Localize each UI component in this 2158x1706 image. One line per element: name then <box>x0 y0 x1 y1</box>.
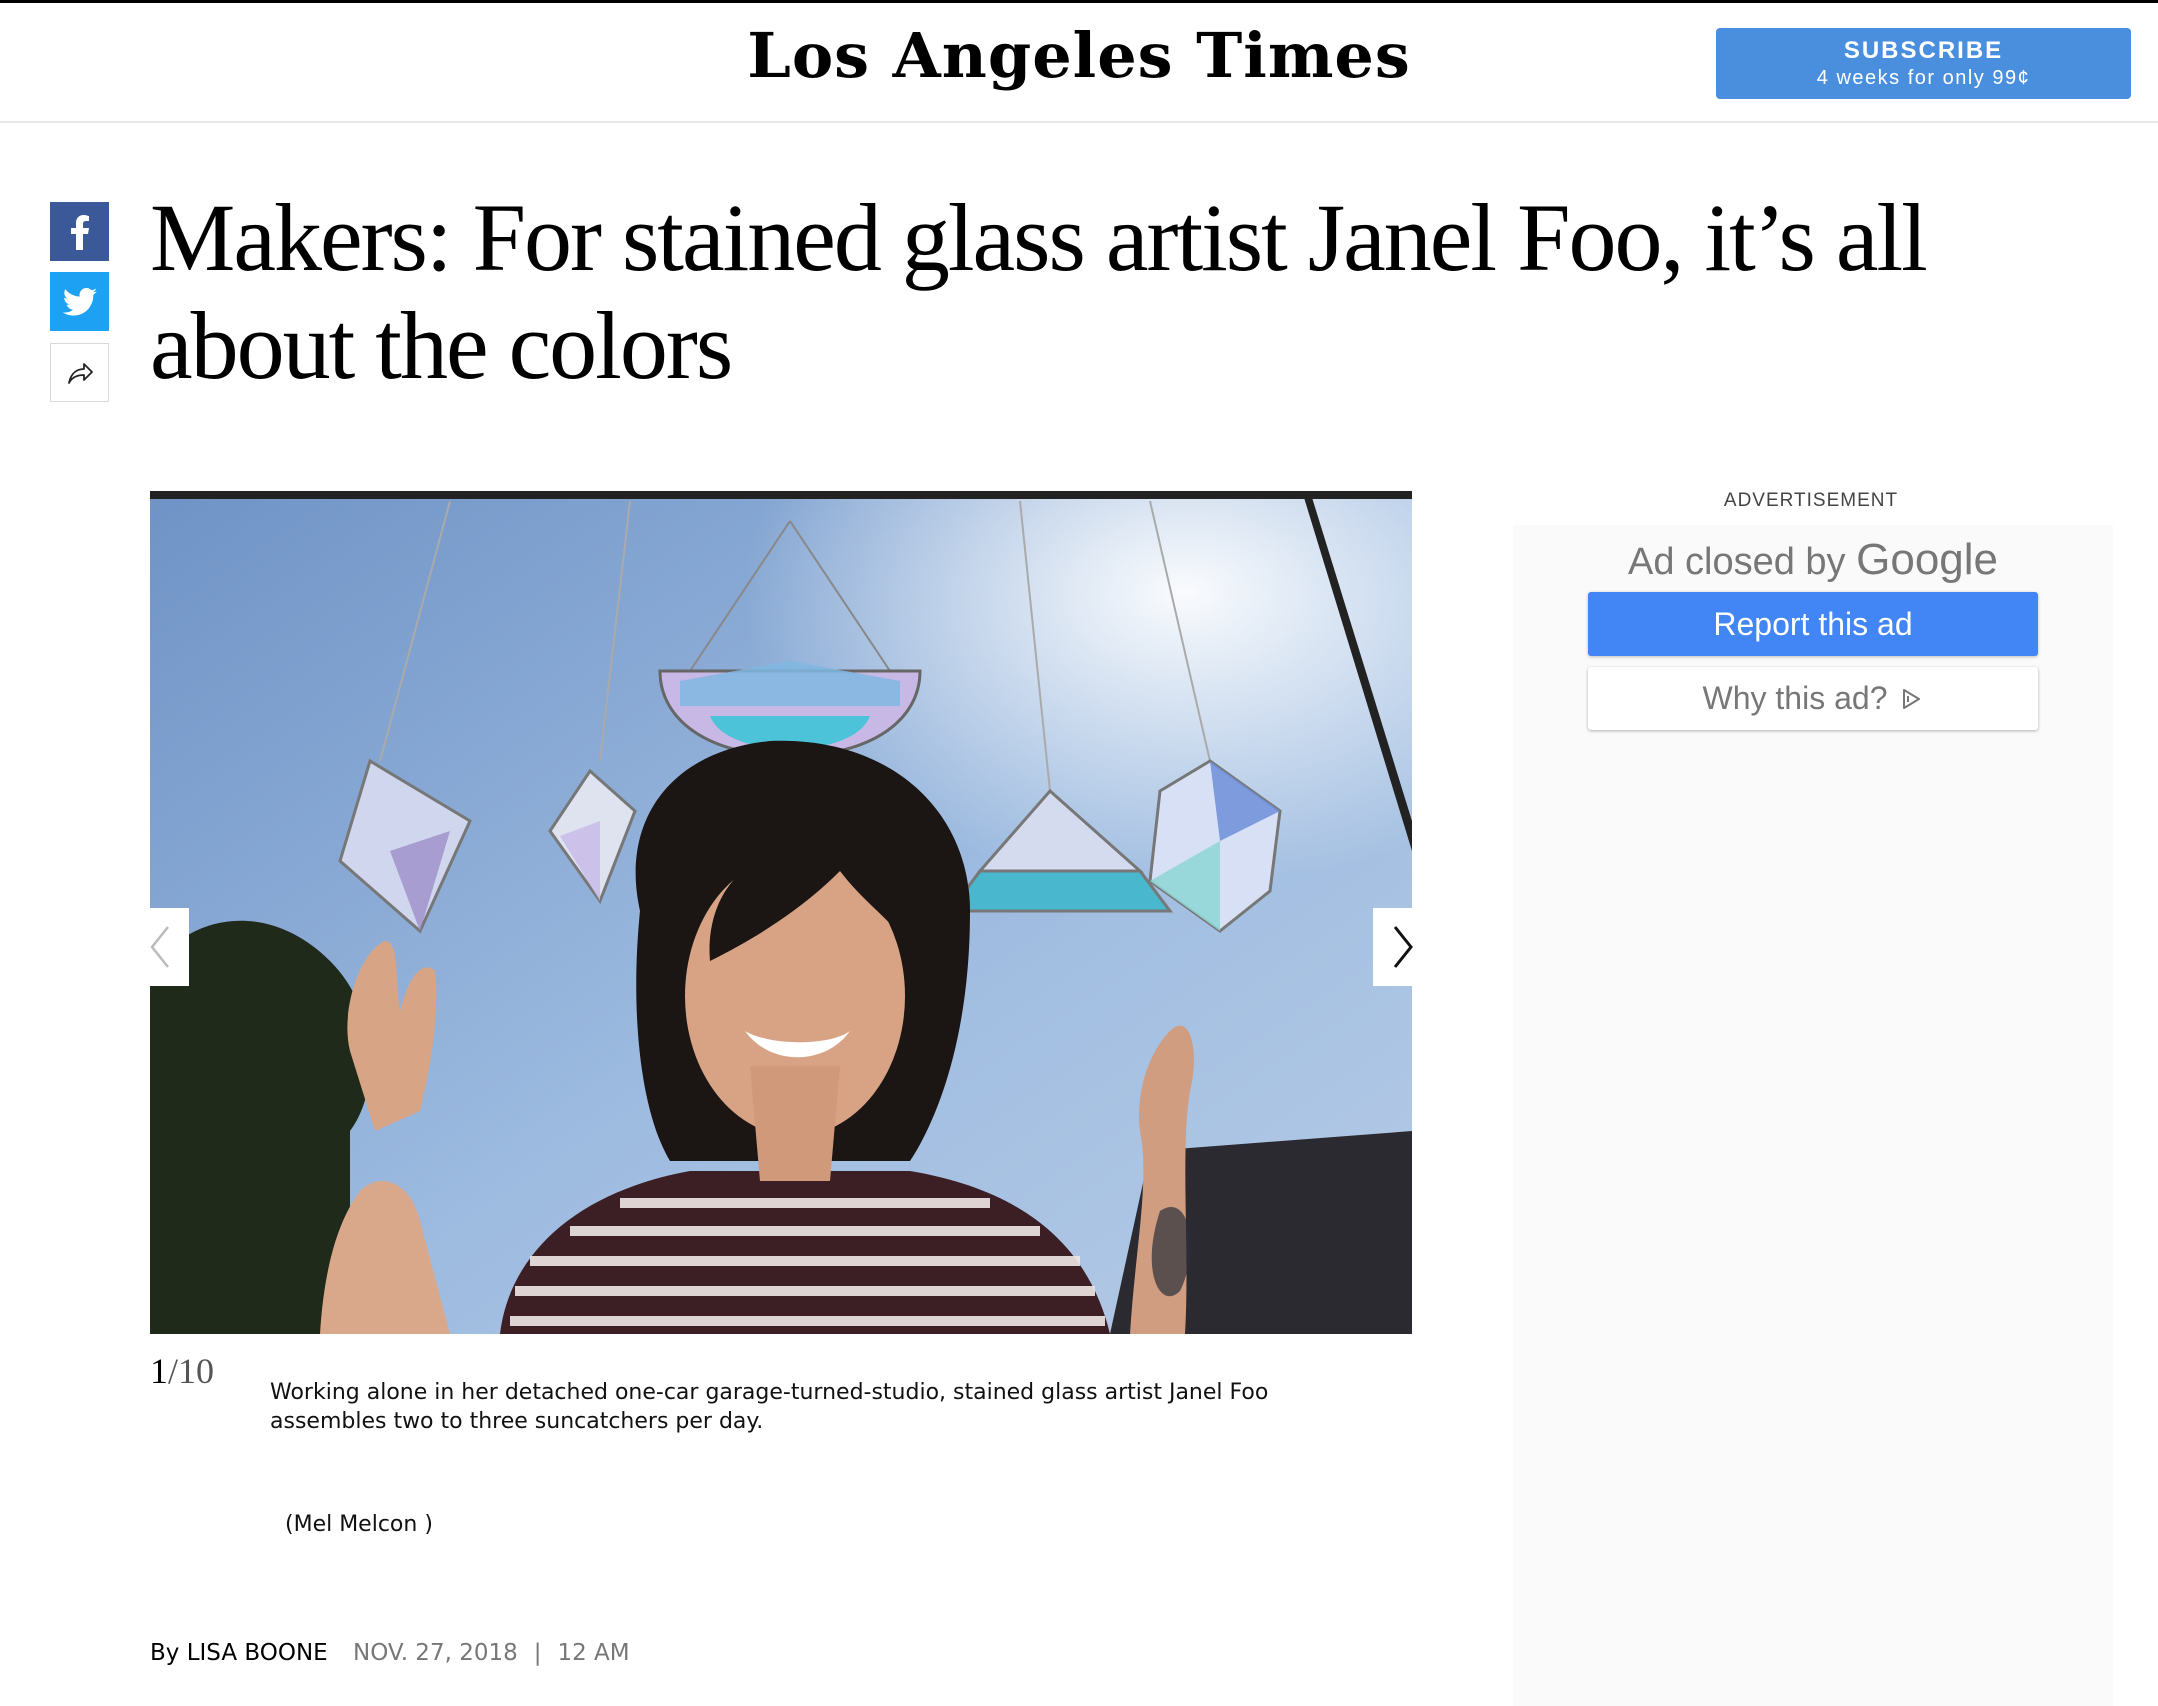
report-ad-button[interactable]: Report this ad <box>1588 592 2038 656</box>
byline-prefix: By <box>150 1640 180 1666</box>
ad-closed-message: Ad closed by Google <box>1513 535 2113 585</box>
advertisement-label: ADVERTISEMENT <box>1723 490 1899 511</box>
subscribe-offer: 4 weeks for only 99¢ <box>1816 67 2031 89</box>
author-link[interactable]: LISA BOONE <box>187 1640 328 1666</box>
twitter-share-button[interactable] <box>50 272 109 331</box>
gallery-counter-current: 1 <box>150 1351 168 1391</box>
photo-credit: (Mel Melcon ) <box>285 1512 433 1537</box>
ad-slot: Ad closed by Google Report this ad Why t… <box>1513 525 2113 1706</box>
byline-separator: | <box>533 1640 542 1666</box>
photo-illustration <box>150 491 1412 1334</box>
article-byline: By LISA BOONE NOV. 27, 2018 | 12 AM <box>150 1640 630 1666</box>
twitter-icon <box>62 287 97 316</box>
chevron-left-icon <box>149 926 169 968</box>
google-wordmark: Google <box>1856 535 1999 584</box>
gallery-counter-total: /10 <box>168 1351 215 1391</box>
ad-closed-text: Ad closed by <box>1627 541 1846 583</box>
facebook-share-button[interactable] <box>50 202 109 261</box>
subscribe-title: SUBSCRIBE <box>1843 37 2004 64</box>
subscribe-button[interactable]: SUBSCRIBE 4 weeks for only 99¢ <box>1716 28 2131 99</box>
masthead: Los Angeles Times SUBSCRIBE 4 weeks for … <box>0 3 2158 123</box>
photo-caption: Working alone in her detached one-car ga… <box>270 1380 1269 1434</box>
gallery-prev-button[interactable] <box>130 908 189 986</box>
publish-time: 12 AM <box>557 1640 630 1666</box>
gallery-counter: 1/10 <box>150 1350 214 1392</box>
why-this-ad-button[interactable]: Why this ad? <box>1588 667 2038 730</box>
chevron-right-icon <box>1393 926 1413 968</box>
adchoices-icon <box>1903 688 1921 709</box>
publish-date: NOV. 27, 2018 <box>353 1640 518 1666</box>
article-headline: Makers: For stained glass artist Janel F… <box>150 184 1928 399</box>
gallery-photo[interactable] <box>150 491 1412 1334</box>
share-more-button[interactable] <box>50 343 109 402</box>
why-this-ad-label: Why this ad? <box>1702 680 1888 716</box>
share-arrow-icon <box>67 362 93 384</box>
facebook-icon <box>70 214 89 250</box>
gallery-next-button[interactable] <box>1373 908 1432 986</box>
